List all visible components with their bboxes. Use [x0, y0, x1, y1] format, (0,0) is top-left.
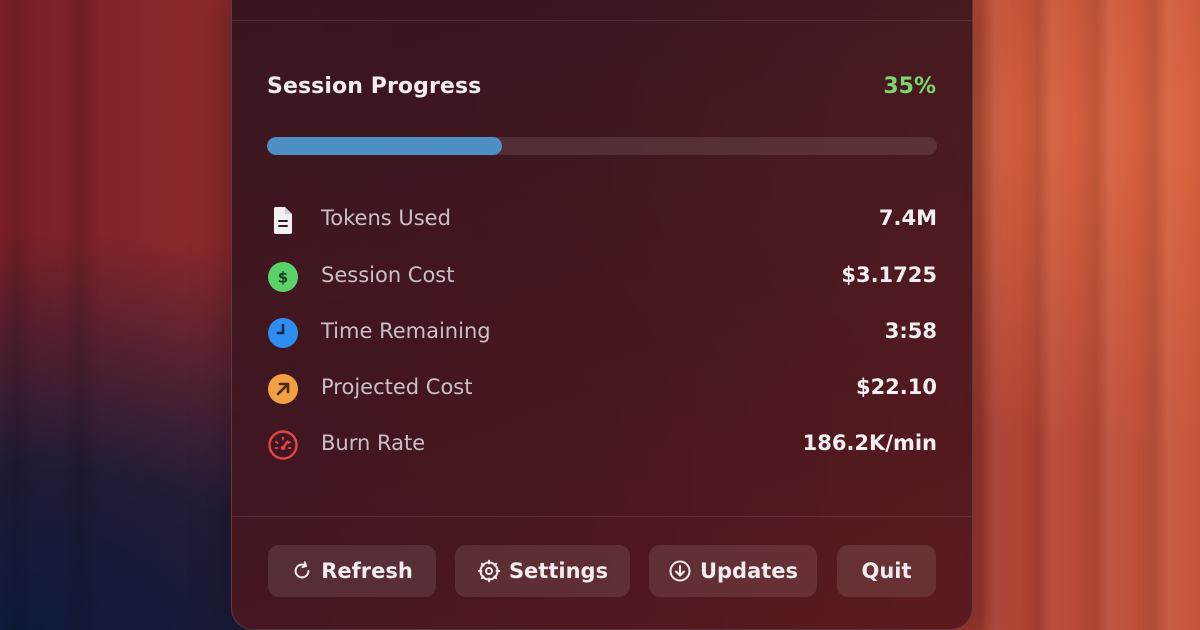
stat-label-time-remaining: Time Remaining	[321, 319, 491, 343]
refresh-button[interactable]: Refresh	[268, 545, 436, 597]
updates-button[interactable]: Updates	[649, 545, 817, 597]
gear-icon	[477, 559, 501, 583]
stat-value-session-cost: $3.1725	[841, 263, 937, 287]
refresh-button-label: Refresh	[321, 559, 413, 583]
stat-row-time-remaining: Time Remaining 3:58	[267, 314, 937, 350]
stat-value-time-remaining: 3:58	[884, 319, 937, 343]
updates-button-label: Updates	[699, 559, 799, 583]
dollar-icon: $	[268, 262, 298, 292]
document-icon	[273, 207, 292, 234]
stat-value-projected-cost: $22.10	[855, 375, 937, 399]
session-progress-bar	[267, 137, 937, 155]
svg-text:$: $	[278, 269, 288, 287]
session-progress-percent: 35%	[883, 74, 936, 99]
stat-value-burn-rate: 186.2K/min	[802, 431, 937, 455]
session-progress-fill	[267, 137, 502, 155]
refresh-icon	[294, 561, 310, 579]
stat-label-burn-rate: Burn Rate	[321, 431, 426, 455]
session-progress-title: Session Progress	[267, 74, 482, 99]
quit-button[interactable]: Quit	[837, 545, 936, 597]
download-circle-icon	[669, 560, 691, 582]
bottom-divider	[232, 516, 972, 517]
stat-value-tokens-used: 7.4M	[878, 206, 937, 230]
menu-bar-popover: Session Progress 35% Tokens Used 7.4M $ …	[231, 0, 973, 630]
top-divider	[232, 20, 972, 21]
wallpaper-stripes	[960, 0, 1200, 630]
stat-row-burn-rate: Burn Rate 186.2K/min	[267, 426, 937, 462]
stat-row-tokens-used: Tokens Used 7.4M	[267, 201, 937, 237]
quit-button-label: Quit	[861, 559, 912, 583]
stat-row-session-cost: $ Session Cost $3.1725	[267, 258, 937, 294]
trend-arrow-icon	[268, 374, 298, 404]
stat-row-projected-cost: Projected Cost $22.10	[267, 370, 937, 406]
gauge-icon	[268, 430, 298, 460]
clock-icon	[268, 318, 298, 348]
stat-label-projected-cost: Projected Cost	[321, 375, 473, 399]
stat-label-session-cost: Session Cost	[321, 263, 455, 287]
stat-label-tokens-used: Tokens Used	[321, 206, 451, 230]
settings-button-label: Settings	[508, 559, 609, 583]
settings-button[interactable]: Settings	[455, 545, 630, 597]
